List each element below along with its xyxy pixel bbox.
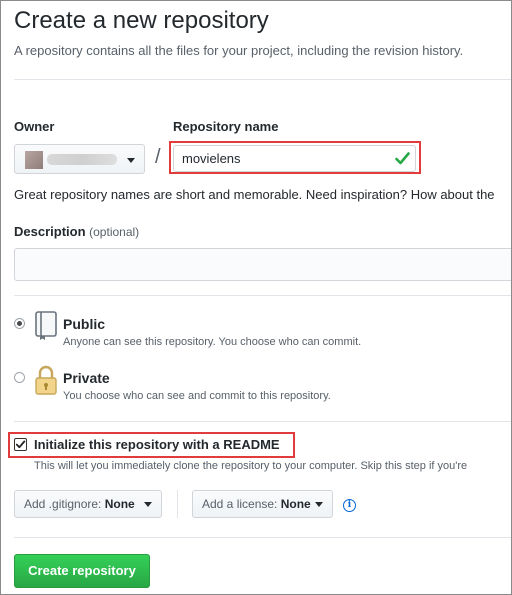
info-icon[interactable]: i (343, 499, 356, 512)
chevron-down-icon (144, 502, 152, 507)
book-icon (35, 311, 57, 340)
private-radio[interactable] (14, 372, 25, 383)
create-repo-panel: Create a new repository A repository con… (0, 0, 512, 595)
readme-desc: This will let you immediately clone the … (34, 460, 468, 472)
check-valid-icon (395, 152, 410, 165)
page-subtitle: A repository contains all the files for … (14, 43, 464, 58)
owner-select[interactable] (14, 144, 145, 174)
avatar (25, 151, 43, 169)
divider (177, 490, 178, 518)
readme-checkbox[interactable] (14, 438, 27, 451)
repo-name-help-text: Great repository names are short and mem… (14, 187, 495, 202)
gitignore-prefix: Add .gitignore: (24, 497, 102, 511)
optional-hint: (optional) (89, 225, 140, 239)
license-dropdown[interactable]: Add a license: None (192, 490, 333, 518)
description-label-text: Description (14, 224, 86, 239)
divider (14, 295, 511, 296)
repo-name-label: Repository name (173, 119, 279, 134)
description-input[interactable] (14, 248, 511, 281)
divider (14, 421, 511, 422)
license-value: None (280, 497, 311, 511)
chevron-down-icon (127, 158, 135, 163)
owner-repo-separator: / (155, 146, 161, 168)
lock-icon (35, 365, 57, 395)
gitignore-dropdown[interactable]: Add .gitignore: None (14, 490, 162, 518)
private-option-desc: You choose who can see and commit to thi… (63, 390, 331, 402)
gitignore-value: None (104, 497, 135, 511)
checkmark-icon (15, 440, 26, 449)
readme-label[interactable]: Initialize this repository with a README (34, 437, 280, 452)
public-radio[interactable] (14, 318, 25, 329)
repo-name-input[interactable] (173, 145, 416, 172)
description-label: Description (optional) (14, 224, 139, 239)
license-prefix: Add a license: (202, 497, 278, 511)
divider (14, 537, 511, 538)
create-repository-button[interactable]: Create repository (14, 554, 150, 588)
public-option-desc: Anyone can see this repository. You choo… (63, 336, 362, 348)
owner-name-redacted (47, 154, 117, 165)
private-option-title: Private (63, 370, 110, 386)
divider (14, 79, 511, 80)
owner-label: Owner (14, 119, 55, 134)
chevron-down-icon (315, 502, 323, 507)
page-title: Create a new repository (14, 7, 269, 34)
public-option-title: Public (63, 316, 106, 332)
